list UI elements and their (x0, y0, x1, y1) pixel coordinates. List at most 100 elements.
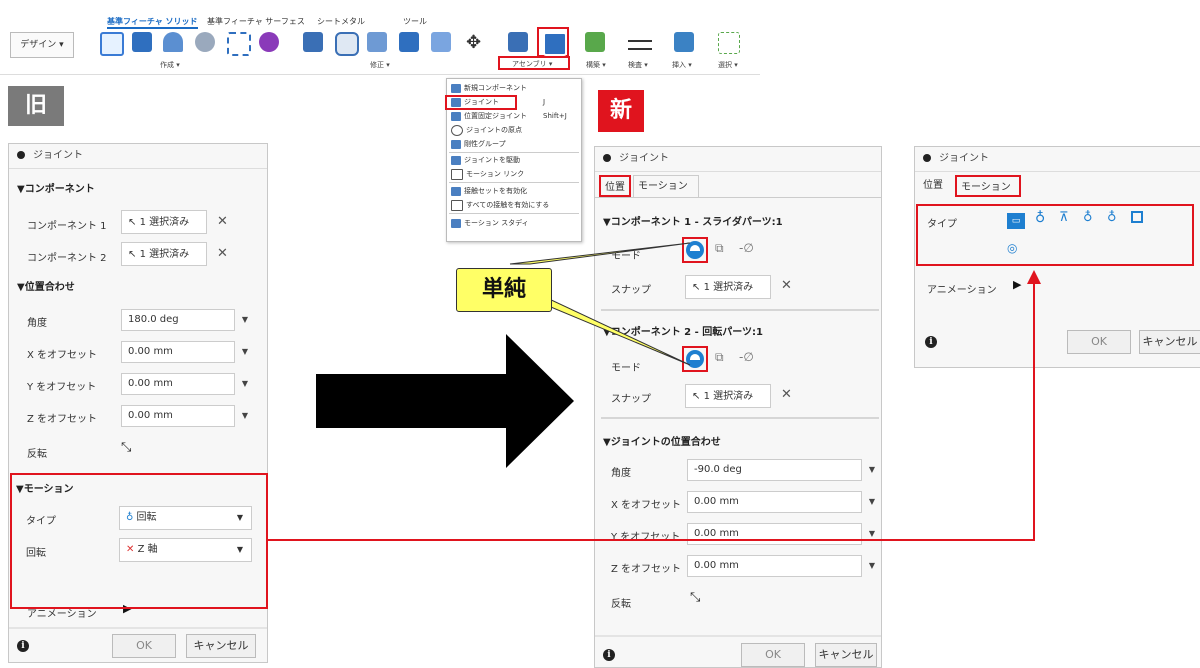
dropdown-arrow-icon[interactable]: ▼ (242, 406, 248, 426)
menu-item-new-component[interactable]: 新規コンポーネント (451, 82, 577, 95)
new-sketch-icon[interactable] (100, 32, 124, 56)
joint-type-dropdown[interactable]: ♁ 回転 ▼ (119, 506, 252, 530)
menu-item-as-built-joint[interactable]: 位置固定ジョイント Shift+J (451, 110, 577, 123)
collapse-icon[interactable] (17, 151, 25, 159)
insert-group-label[interactable]: 挿入 ▾ (672, 60, 692, 70)
press-pull-icon[interactable] (303, 32, 323, 52)
flip-label: 反転 (611, 599, 631, 610)
dropdown-arrow-icon[interactable]: ▼ (242, 310, 248, 330)
cancel-button[interactable]: キャンセル (1139, 330, 1200, 354)
clear-component2-icon[interactable]: ✕ (217, 246, 228, 261)
tab-motion[interactable]: モーション (955, 175, 1021, 197)
menu-divider (449, 213, 579, 214)
revolve-icon[interactable] (163, 32, 183, 52)
dropdown-arrow-icon[interactable]: ▼ (242, 342, 248, 362)
flip-icon[interactable]: ⤡ (690, 590, 700, 605)
collapse-icon[interactable] (603, 154, 611, 162)
offset-plane-icon[interactable] (585, 32, 605, 52)
dropdown-arrow-icon[interactable]: ▼ (242, 374, 248, 394)
offset-z-input[interactable]: 0.00 mm ▼ (121, 405, 248, 427)
chevron-down-icon: ▼ (236, 513, 243, 522)
tab-tools[interactable]: ツール (403, 16, 427, 27)
rotation-axis-dropdown[interactable]: ✕ Z 軸 ▼ (119, 538, 252, 562)
flip-label: 反転 (27, 449, 47, 460)
collapse-icon[interactable] (923, 154, 931, 162)
dropdown-arrow-icon[interactable]: ▼ (869, 556, 875, 576)
ok-button[interactable]: OK (1067, 330, 1131, 354)
new-component-icon (451, 83, 461, 93)
between-mode-icon[interactable]: ⧉ (715, 241, 724, 256)
tab-motion[interactable]: モーション (633, 175, 699, 197)
combine-icon[interactable] (431, 32, 451, 52)
rigid-group-icon (451, 139, 461, 149)
component1-section-header[interactable]: ▼コンポーネント 1 - スライダパーツ:1 (603, 213, 783, 228)
joint-icon (451, 97, 461, 107)
cancel-button[interactable]: キャンセル (186, 634, 256, 658)
tab-position[interactable]: 位置 (919, 175, 951, 197)
menu-item-motion-link[interactable]: モーション リンク (451, 168, 577, 181)
menu-item-joint[interactable]: ジョイント J (451, 96, 577, 109)
clear-component1-icon[interactable]: ✕ (217, 214, 228, 229)
offset-x-label: X をオフセット (27, 350, 98, 361)
offset-z-input[interactable]: 0.00 mm ▼ (687, 555, 875, 577)
menu-item-joint-origin[interactable]: ジョイントの原点 (451, 124, 577, 137)
assembly-group-label[interactable]: アセンブリ ▾ (512, 59, 552, 69)
sweep-icon[interactable] (195, 32, 215, 52)
component2-select-button[interactable]: ↖ 1 選択済み (121, 242, 207, 266)
tab-position[interactable]: 位置 (599, 175, 631, 197)
measure-icon[interactable] (628, 40, 652, 50)
joint-icon[interactable] (543, 32, 567, 56)
extrude-icon[interactable] (132, 32, 152, 52)
select-group-label[interactable]: 選択 ▾ (718, 60, 738, 70)
design-workspace-button[interactable]: デザイン ▾ (10, 32, 74, 58)
info-icon[interactable]: i (17, 640, 29, 652)
new-component-icon[interactable] (508, 32, 528, 52)
revolute-icon: ♁ (126, 512, 134, 523)
offset-y-label: Y をオフセット (27, 382, 97, 393)
create-form-icon[interactable] (259, 32, 279, 52)
motion-section-header[interactable]: ▼モーション (16, 480, 74, 495)
offset-y-input[interactable]: 0.00 mm ▼ (121, 373, 248, 395)
menu-item-drive-joints[interactable]: ジョイントを駆動 (451, 154, 577, 167)
fillet-icon[interactable] (335, 32, 359, 56)
offset-x-input[interactable]: 0.00 mm ▼ (121, 341, 248, 363)
assembly-dropdown-menu: 新規コンポーネント ジョイント J 位置固定ジョイント Shift+J ジョイントの… (445, 78, 582, 242)
old-tag: 旧 (8, 86, 64, 126)
joint-origin-icon (451, 124, 463, 136)
chevron-down-icon: ▼ (236, 545, 243, 554)
menu-item-enable-contact-sets[interactable]: 接触セットを有効化 (451, 185, 577, 198)
construct-group-label[interactable]: 構築 ▾ (586, 60, 606, 70)
info-icon[interactable]: i (603, 649, 615, 661)
insert-image-icon[interactable] (674, 32, 694, 52)
modify-group-label[interactable]: 修正 ▾ (370, 60, 390, 70)
pattern-icon[interactable] (227, 32, 251, 56)
drive-joints-icon (451, 155, 461, 165)
tab-sheetmetal[interactable]: シートメタル (317, 16, 365, 27)
flip-icon[interactable]: ⤡ (121, 440, 131, 455)
chamfer-icon[interactable] (367, 32, 387, 52)
select-icon[interactable] (718, 32, 740, 54)
menu-divider (449, 152, 579, 153)
ok-button[interactable]: OK (112, 634, 176, 658)
angle-input[interactable]: 180.0 deg ▼ (121, 309, 248, 331)
menu-item-enable-all-contact[interactable]: すべての接触を有効にする (451, 199, 577, 212)
alignment-section-header[interactable]: ▼位置合わせ (17, 278, 75, 293)
menu-item-motion-study[interactable]: モーション スタディ (451, 217, 577, 230)
inspect-group-label[interactable]: 検査 ▾ (628, 60, 648, 70)
menu-item-rigid-group[interactable]: 剛性グループ (451, 138, 577, 151)
cursor-icon: ↖ (128, 249, 137, 260)
shell-icon[interactable] (399, 32, 419, 52)
type-label: タイプ (26, 516, 56, 527)
create-group-label[interactable]: 作成 ▾ (160, 60, 180, 70)
motion-link-icon (451, 168, 463, 180)
ok-button[interactable]: OK (741, 643, 805, 667)
cancel-button[interactable]: キャンセル (815, 643, 877, 667)
motion-study-icon (451, 218, 461, 228)
tab-surface[interactable]: 基準フィーチャ サーフェス (207, 16, 305, 27)
component1-select-button[interactable]: ↖ 1 選択済み (121, 210, 207, 234)
tab-solid[interactable]: 基準フィーチャ ソリッド (107, 16, 198, 29)
move-icon[interactable]: ✥ (466, 32, 481, 53)
components-section-header[interactable]: ▼コンポーネント (17, 180, 95, 195)
two-edge-mode-icon[interactable]: -∅ (739, 241, 754, 255)
offset-z-label: Z をオフセット (27, 414, 98, 425)
